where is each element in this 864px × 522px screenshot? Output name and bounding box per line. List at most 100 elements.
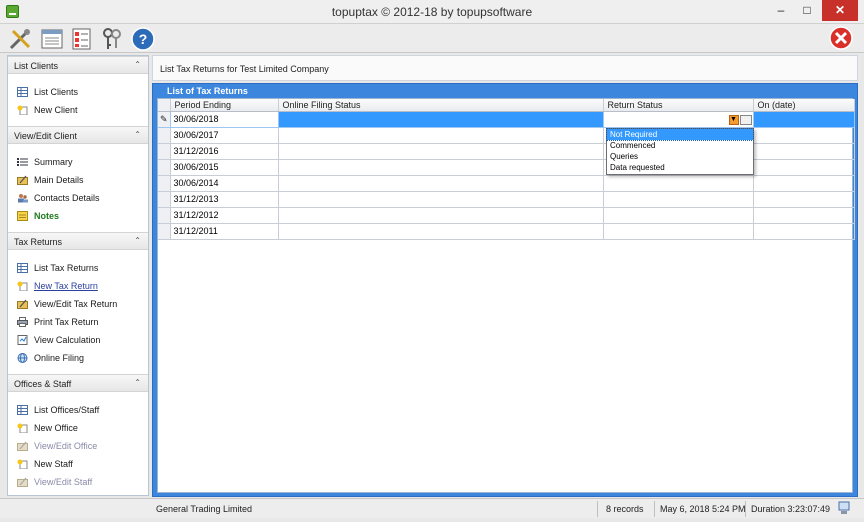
group-tax-returns-header[interactable]: Tax Returns ⌃ [8,232,148,250]
dropdown-option-queries[interactable]: Queries [607,151,753,162]
period-cell[interactable]: 30/06/2017 [170,127,279,144]
sidebar-item-view-calculation[interactable]: View Calculation [8,331,148,349]
on-date-cell[interactable] [753,223,855,240]
period-cell[interactable]: 30/06/2014 [170,175,279,192]
sidebar-item-view-edit-office[interactable]: View/Edit Office [8,437,148,455]
title-bar: topuptax © 2012-18 by topupsoftware – □ … [0,0,864,24]
tax-returns-grid[interactable]: Period Ending Online Filing Status Retur… [157,98,855,493]
chevron-up-icon[interactable]: ⌃ [134,236,141,245]
return-status-cell[interactable] [603,207,754,224]
column-header-period-ending[interactable]: Period Ending [170,99,279,112]
group-offices-staff-header[interactable]: Offices & Staff ⌃ [8,374,148,392]
sidebar-item-list-offices-staff[interactable]: List Offices/Staff [8,401,148,419]
return-status-cell[interactable] [603,175,754,192]
return-status-combo[interactable]: ▼ ... [603,111,754,128]
return-status-cell[interactable] [603,191,754,208]
sidebar-item-notes[interactable]: Notes [8,207,148,225]
table-row[interactable]: 31/12/2011 [158,223,855,240]
column-header-on-date[interactable]: On (date) [753,99,855,112]
on-date-cell[interactable] [753,159,855,176]
chevron-up-icon[interactable]: ⌃ [134,130,141,139]
sidebar-item-online-filing[interactable]: Online Filing [8,349,148,367]
table-row[interactable]: ✎ 30/06/2018 ▼ ... [158,111,855,128]
folder-edit-icon [17,441,28,451]
chevron-up-icon[interactable]: ⌃ [134,60,141,69]
period-cell[interactable]: 31/12/2013 [170,191,279,208]
filing-status-cell[interactable] [278,159,604,176]
sidebar-item-new-client[interactable]: New Client [8,101,148,119]
filing-status-cell[interactable] [278,207,604,224]
on-date-cell[interactable] [753,127,855,144]
group-title: View/Edit Client [14,131,77,141]
period-cell[interactable]: 31/12/2016 [170,143,279,160]
filing-status-cell[interactable] [278,127,604,144]
row-indicator [158,191,171,208]
sidebar-item-list-clients[interactable]: List Clients [8,83,148,101]
group-title: List Clients [14,61,59,71]
window-title: topuptax © 2012-18 by topupsoftware [331,5,533,19]
on-date-cell[interactable] [753,175,855,192]
period-cell[interactable]: 31/12/2011 [170,223,279,240]
tools-icon[interactable] [7,26,33,52]
list-icon[interactable] [39,26,65,52]
grid-header-row: Period Ending Online Filing Status Retur… [158,99,855,112]
globe-icon [17,353,28,363]
chevron-up-icon[interactable]: ⌃ [134,378,141,387]
on-date-cell[interactable] [753,111,855,128]
period-cell[interactable]: 31/12/2012 [170,207,279,224]
dropdown-option-not-required[interactable]: Not Required [606,128,754,141]
table-row[interactable]: 31/12/2013 [158,191,855,208]
sidebar-item-view-edit-tax-return[interactable]: View/Edit Tax Return [8,295,148,313]
dropdown-option-data-requested[interactable]: Data requested [607,162,753,173]
status-datetime: May 6, 2018 5:24 PM [660,504,746,514]
sidebar-item-new-staff[interactable]: New Staff [8,455,148,473]
maximize-button[interactable]: □ [794,0,820,21]
toolbar: ? [0,24,864,53]
on-date-cell[interactable] [753,143,855,160]
sidebar-item-main-details[interactable]: Main Details [8,171,148,189]
sidebar-item-summary[interactable]: Summary [8,153,148,171]
ellipsis-button[interactable]: ... [739,114,752,125]
sidebar-item-contacts-details[interactable]: Contacts Details [8,189,148,207]
dropdown-option-commenced[interactable]: Commenced [607,140,753,151]
minimize-button[interactable]: – [768,0,794,21]
sidebar-item-label: Print Tax Return [34,317,99,327]
row-indicator [158,223,171,240]
table-row[interactable]: 30/06/2014 [158,175,855,192]
return-status-cell[interactable] [603,223,754,240]
on-date-cell[interactable] [753,191,855,208]
sidebar-item-print-tax-return[interactable]: Print Tax Return [8,313,148,331]
period-cell[interactable]: 30/06/2018 [170,111,279,128]
keys-icon[interactable] [99,26,125,52]
close-button[interactable]: ✕ [822,0,858,21]
row-indicator [158,143,171,160]
sidebar-item-view-edit-staff[interactable]: View/Edit Staff [8,473,148,491]
group-list-clients-header[interactable]: List Clients ⌃ [8,56,148,74]
group-view-edit-client-header[interactable]: View/Edit Client ⌃ [8,126,148,144]
sidebar-item-new-office[interactable]: New Office [8,419,148,437]
sidebar-item-list-tax-returns[interactable]: List Tax Returns [8,259,148,277]
column-header-online-filing-status[interactable]: Online Filing Status [278,99,604,112]
help-icon[interactable]: ? [130,26,156,52]
period-cell[interactable]: 30/06/2015 [170,159,279,176]
filing-status-cell[interactable] [278,111,604,128]
filing-status-cell[interactable] [278,175,604,192]
dropdown-arrow-icon[interactable]: ▼ [728,114,739,125]
sidebar-item-new-tax-return[interactable]: New Tax Return [8,277,148,295]
contacts-icon [18,194,28,203]
filing-status-cell[interactable] [278,223,604,240]
on-date-cell[interactable] [753,207,855,224]
status-separator [654,501,655,517]
return-status-dropdown-list[interactable]: Not Required Commenced Queries Data requ… [606,128,754,175]
sidebar-item-label: New Tax Return [34,281,98,291]
exit-icon[interactable] [829,26,853,50]
row-indicator [158,207,171,224]
new-star-icon [17,459,28,469]
sidebar: List Clients ⌃ List Clients New Client V… [7,55,149,496]
table-row[interactable]: 31/12/2012 [158,207,855,224]
filing-status-cell[interactable] [278,191,604,208]
column-header-return-status[interactable]: Return Status [603,99,754,112]
filing-status-cell[interactable] [278,143,604,160]
checklist-icon[interactable] [69,26,95,52]
row-indicator-header [158,99,171,112]
